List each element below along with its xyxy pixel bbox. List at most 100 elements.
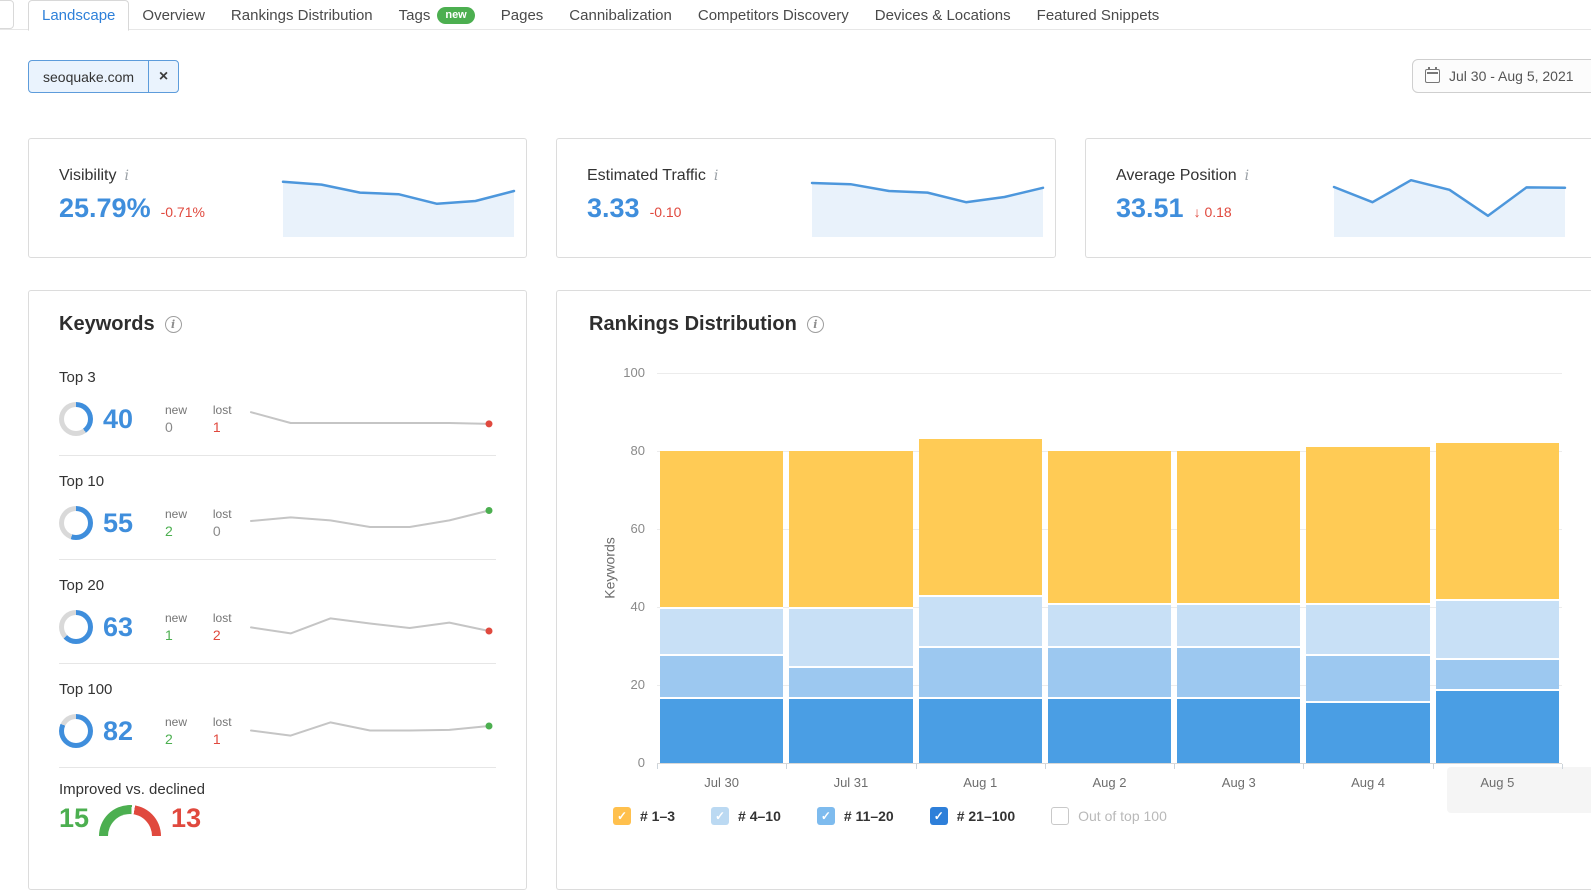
average-position-title-label: Average Position — [1116, 167, 1237, 185]
tab-featured-snippets[interactable]: Featured Snippets — [1024, 1, 1173, 31]
legend-checkbox-1-3[interactable] — [613, 807, 631, 825]
legend-checkbox-4-10[interactable] — [711, 807, 729, 825]
bar-aug3-segment-1–3[interactable] — [1177, 451, 1300, 603]
top3-donut-chart — [59, 402, 93, 436]
info-icon[interactable]: i — [1245, 168, 1249, 184]
bar-aug4-segment-4–10[interactable] — [1306, 603, 1429, 654]
bar-jul30-segment-11–20[interactable] — [660, 654, 783, 697]
legend-item-11-20[interactable]: # 11–20 — [817, 807, 894, 825]
x-axis-tick — [1303, 764, 1304, 769]
bar-jul31-segment-21–100[interactable] — [789, 697, 912, 763]
estimated-traffic-title-label: Estimated Traffic — [587, 167, 706, 185]
gridline-100 — [657, 373, 1562, 374]
top10-value: 55 — [103, 508, 151, 539]
estimated-traffic-value: 3.33 — [587, 193, 640, 224]
chart-legend: # 1–3 # 4–10 # 11–20 # 21–100 Out of top… — [613, 807, 1167, 825]
improved-vs-declined-gauge-row: 15 13 — [59, 803, 201, 834]
domain-filter-label: seoquake.com — [29, 61, 148, 92]
bar-jul31-segment-1–3[interactable] — [789, 451, 912, 607]
bar-aug5-segment-11–20[interactable] — [1436, 658, 1559, 689]
tab-overview-label: Overview — [142, 7, 205, 24]
legend-item-out-of-top-100[interactable]: Out of top 100 — [1051, 807, 1167, 825]
keywords-title-label: Keywords — [59, 313, 155, 336]
bar-aug2-segment-11–20[interactable] — [1048, 646, 1171, 697]
bar-aug2-segment-4–10[interactable] — [1048, 603, 1171, 646]
top3-lost-count: 1 — [213, 419, 247, 435]
bar-aug1-segment-21–100[interactable] — [919, 697, 1042, 763]
lost-label: lost — [213, 403, 247, 417]
visibility-value: 25.79% — [59, 193, 151, 224]
bar-aug5-segment-1–3[interactable] — [1436, 443, 1559, 599]
legend-item-4-10[interactable]: # 4–10 — [711, 807, 781, 825]
tab-devices-locations[interactable]: Devices & Locations — [862, 1, 1024, 31]
legend-checkbox-11-20[interactable] — [817, 807, 835, 825]
tab-competitors-discovery[interactable]: Competitors Discovery — [685, 1, 862, 31]
x-axis-label-aug2: Aug 2 — [1045, 775, 1174, 790]
bar-aug5-segment-21–100[interactable] — [1436, 689, 1559, 763]
bar-jul31-segment-11–20[interactable] — [789, 666, 912, 697]
tab-landscape[interactable]: Landscape — [28, 0, 129, 31]
visibility-sparkline — [281, 175, 516, 239]
top3-new-count: 0 — [165, 419, 199, 435]
info-icon[interactable]: i — [125, 168, 129, 184]
bar-aug3-segment-21–100[interactable] — [1177, 697, 1300, 763]
tab-overview[interactable]: Overview — [129, 1, 218, 31]
top100-lost-count: 1 — [213, 731, 247, 747]
bar-aug4-segment-11–20[interactable] — [1306, 654, 1429, 701]
info-icon[interactable]: i — [165, 316, 182, 333]
y-axis-label: Keywords — [602, 537, 618, 598]
bar-jul30-segment-1–3[interactable] — [660, 451, 783, 607]
lost-label: lost — [213, 715, 247, 729]
bar-jul30-segment-4–10[interactable] — [660, 607, 783, 654]
top10-new-count: 2 — [165, 523, 199, 539]
legend-checkbox-out-of-top-100[interactable] — [1051, 807, 1069, 825]
bar-aug4-segment-1–3[interactable] — [1306, 447, 1429, 603]
gridline-0 — [657, 763, 1562, 764]
bar-jul30-segment-21–100[interactable] — [660, 697, 783, 763]
bar-aug3-segment-11–20[interactable] — [1177, 646, 1300, 697]
bar-aug3-segment-4–10[interactable] — [1177, 603, 1300, 646]
visibility-card: Visibilityi 25.79% -0.71% — [28, 138, 527, 258]
bar-aug1-segment-11–20[interactable] — [919, 646, 1042, 697]
domain-filter-chip[interactable]: seoquake.com × — [28, 60, 179, 93]
estimated-traffic-card: Estimated Traffic i 3.33 -0.10 — [556, 138, 1056, 258]
top20-label: Top 20 — [59, 577, 104, 594]
bar-aug5-segment-4–10[interactable] — [1436, 599, 1559, 658]
bar-aug1-segment-1–3[interactable] — [919, 439, 1042, 595]
tab-cannibalization-label: Cannibalization — [569, 7, 672, 24]
top20-sparkline — [247, 605, 496, 649]
y-tick-label-60: 60 — [595, 521, 645, 536]
top10-lost-count: 0 — [213, 523, 247, 539]
bar-aug1-segment-4–10[interactable] — [919, 595, 1042, 646]
lost-label: lost — [213, 611, 247, 625]
legend-label-out-of-top-100: Out of top 100 — [1078, 808, 1167, 824]
bar-aug4-segment-21–100[interactable] — [1306, 701, 1429, 763]
keywords-row-top100: Top 100 82 new2 lost1 — [59, 669, 496, 768]
legend-label-21-100: # 21–100 — [957, 808, 1015, 824]
top100-value: 82 — [103, 716, 151, 747]
tab-tags[interactable]: Tagsnew — [386, 1, 488, 31]
estimated-traffic-delta: -0.10 — [650, 204, 682, 220]
close-icon[interactable]: × — [148, 61, 178, 92]
date-range-picker[interactable]: Jul 30 - Aug 5, 2021 — [1412, 59, 1591, 93]
bar-jul31-segment-4–10[interactable] — [789, 607, 912, 666]
legend-label-11-20: # 11–20 — [844, 808, 894, 824]
nav-tabs: Landscape Overview Rankings Distribution… — [28, 0, 1172, 31]
estimated-traffic-title: Estimated Traffic i — [587, 167, 718, 185]
legend-item-1-3[interactable]: # 1–3 — [613, 807, 675, 825]
bar-aug2-segment-1–3[interactable] — [1048, 451, 1171, 603]
estimated-traffic-sparkline — [810, 175, 1045, 239]
tab-rankings-distribution[interactable]: Rankings Distribution — [218, 1, 386, 31]
top100-new-count: 2 — [165, 731, 199, 747]
info-icon[interactable]: i — [714, 168, 718, 184]
new-label: new — [165, 611, 199, 625]
info-icon[interactable]: i — [807, 316, 824, 333]
legend-item-21-100[interactable]: # 21–100 — [930, 807, 1015, 825]
tab-pages[interactable]: Pages — [488, 1, 557, 31]
legend-checkbox-21-100[interactable] — [930, 807, 948, 825]
top3-value: 40 — [103, 404, 151, 435]
average-position-delta: ↓ 0.18 — [1194, 204, 1232, 220]
bar-aug2-segment-21–100[interactable] — [1048, 697, 1171, 763]
top10-donut-chart — [59, 506, 93, 540]
tab-cannibalization[interactable]: Cannibalization — [556, 1, 685, 31]
